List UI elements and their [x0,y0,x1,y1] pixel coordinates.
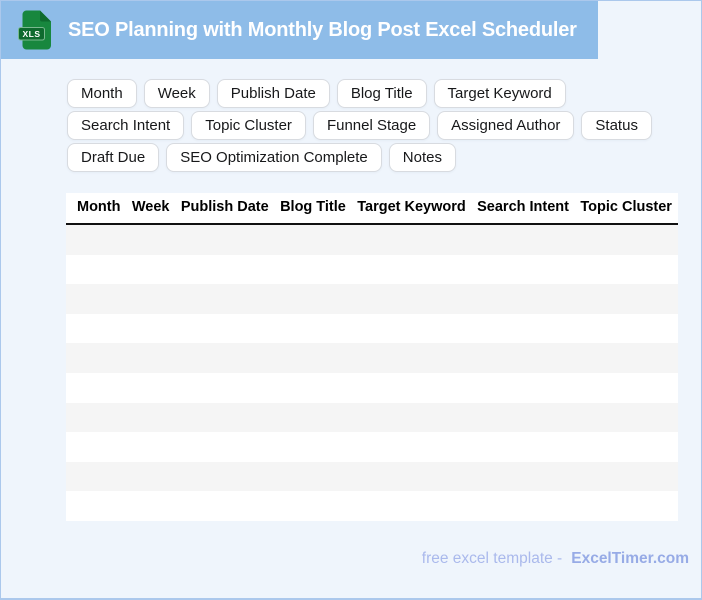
table-header-row: Month Week Publish Date Blog Title Target Ke… [66,193,678,225]
column-header-blog-title: Blog Title [280,199,346,215]
table-row [66,372,678,403]
column-header-topic-cluster: Topic Cluster [580,199,672,215]
table-row [66,402,678,433]
column-header-week: Week [131,199,170,215]
page-container: XLS SEO Planning with Monthly Blog Post … [0,0,702,600]
chip-seo-optimization-complete[interactable]: SEO Optimization Complete [166,143,382,172]
chip-blog-title[interactable]: Blog Title [336,79,427,108]
page-title: SEO Planning with Monthly Blog Post Exce… [68,18,577,41]
table-body [66,225,678,521]
footer-text: free excel template - [421,550,563,567]
xls-file-icon: XLS [18,10,51,50]
chip-target-keyword[interactable]: Target Keyword [433,79,566,108]
table-row [66,254,678,285]
chip-assigned-author[interactable]: Assigned Author [437,111,575,140]
column-chips: Month Week Publish Date Blog Title Target Ke… [67,79,685,172]
chip-funnel-stage[interactable]: Funnel Stage [312,111,431,140]
chip-topic-cluster[interactable]: Topic Cluster [191,111,306,140]
chip-month[interactable]: Month [67,79,137,108]
chip-publish-date[interactable]: Publish Date [216,79,330,108]
column-header-search-intent: Search Intent [477,199,569,215]
xls-icon-label: XLS [22,29,40,39]
app-header: XLS SEO Planning with Monthly Blog Post … [1,1,598,59]
chip-week[interactable]: Week [143,79,210,108]
scheduler-table: Month Week Publish Date Blog Title Target Ke… [66,193,678,521]
chip-notes[interactable]: Notes [388,143,456,172]
table-row [66,343,678,373]
chip-status[interactable]: Status [581,111,652,140]
table-row [66,225,678,255]
table-row [66,432,678,462]
chip-draft-due[interactable]: Draft Due [67,143,160,172]
column-header-month: Month [77,199,121,215]
table-row [66,491,678,521]
column-header-target-keyword: Target Keyword [357,199,466,215]
column-header-publish-date: Publish Date [180,199,269,215]
table-row [66,284,678,314]
footer-credit: free excel template - ExcelTimer.com [422,550,689,568]
table-row [66,313,678,344]
table-row [66,461,678,492]
chip-search-intent[interactable]: Search Intent [67,111,185,140]
brand-link[interactable]: ExcelTimer.com [571,550,689,568]
